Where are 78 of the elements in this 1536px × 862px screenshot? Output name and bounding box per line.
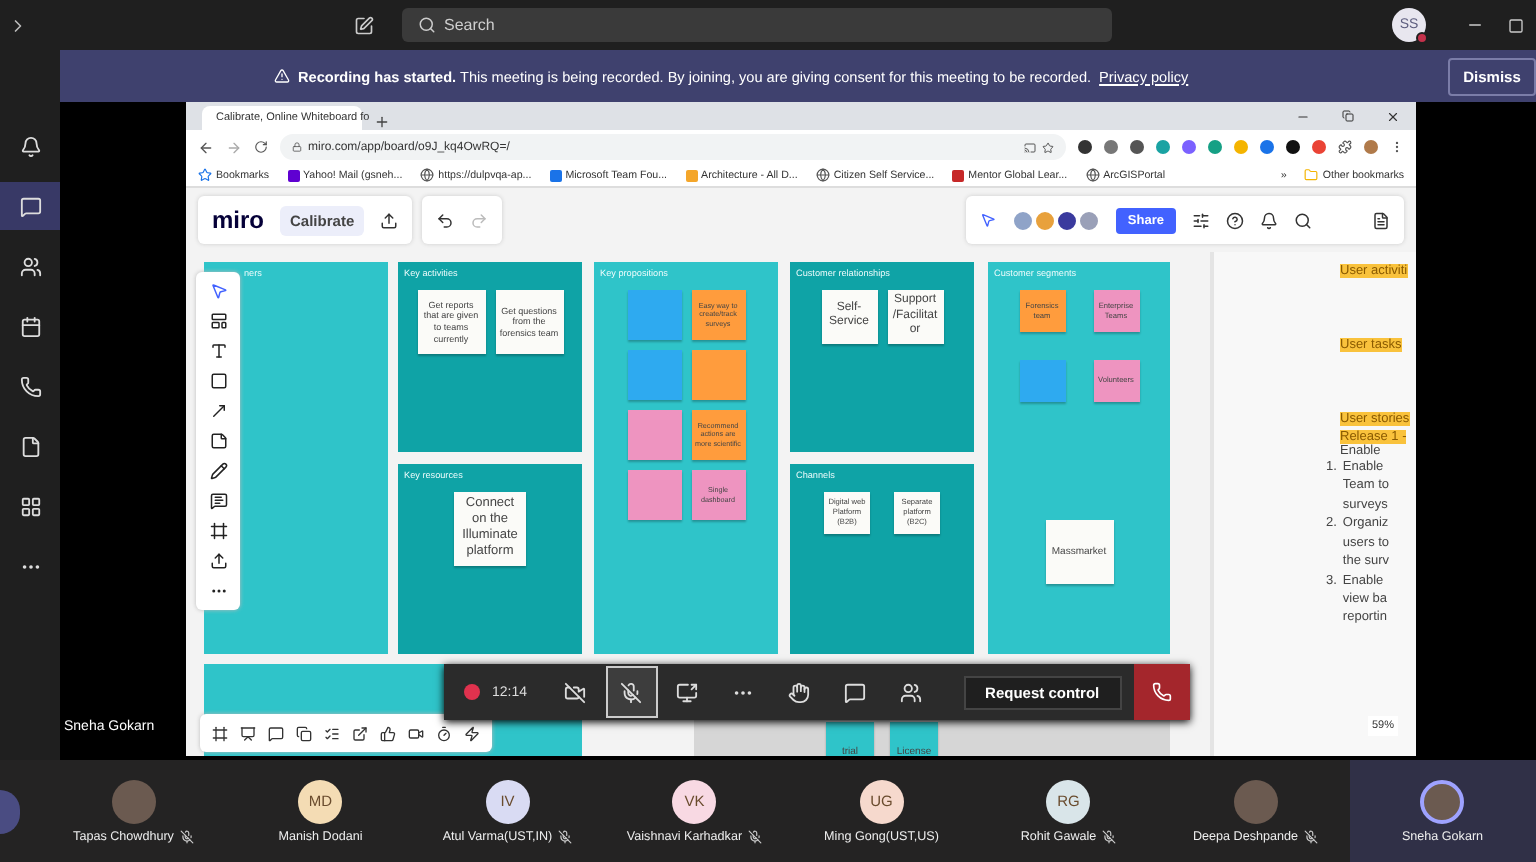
people-icon — [19, 255, 41, 277]
frame-icon[interactable] — [209, 522, 227, 540]
text-icon[interactable] — [209, 342, 227, 360]
cursor-icon[interactable] — [979, 212, 996, 228]
thumbs-up-icon[interactable] — [380, 725, 396, 741]
cursor-icon[interactable] — [209, 282, 227, 300]
search-icon[interactable] — [1294, 211, 1312, 229]
menu-icon[interactable] — [1390, 140, 1404, 154]
bell-icon — [19, 135, 41, 157]
photo-placeholder — [111, 779, 156, 823]
grid-icon — [19, 495, 41, 517]
puzzle-icon[interactable] — [1338, 140, 1352, 154]
status-dot — [1416, 32, 1428, 44]
notes-icon[interactable] — [1372, 211, 1390, 229]
list-icon[interactable] — [324, 725, 340, 741]
help-icon[interactable] — [1226, 211, 1244, 229]
restore-icon[interactable] — [1342, 109, 1354, 121]
app-icon — [685, 169, 698, 181]
hang-up-button[interactable] — [1134, 664, 1190, 720]
avatar-icon[interactable] — [1055, 209, 1078, 231]
star-icon — [198, 168, 212, 182]
shape-icon[interactable] — [209, 372, 227, 390]
comment-icon[interactable] — [209, 492, 227, 510]
globe-icon — [815, 168, 830, 182]
warning-icon — [274, 68, 290, 84]
reload-icon[interactable] — [254, 140, 268, 154]
phone-icon — [1152, 682, 1172, 702]
camera-off-icon — [564, 681, 587, 703]
globe-icon — [1085, 168, 1100, 182]
photo-placeholder — [1233, 779, 1278, 823]
bell-icon[interactable] — [1260, 211, 1278, 229]
profile-icon[interactable] — [1364, 140, 1378, 154]
lock-icon — [292, 142, 302, 152]
chat-tab[interactable] — [0, 182, 60, 230]
logo-icon — [952, 169, 965, 181]
export-icon[interactable] — [352, 725, 368, 741]
recording-dot — [464, 684, 480, 700]
chat-icon — [19, 195, 41, 217]
timer-icon[interactable] — [436, 725, 452, 741]
calendar-icon — [19, 315, 41, 337]
search-field[interactable]: Search — [402, 8, 1112, 42]
lightning-icon[interactable] — [464, 725, 480, 741]
participant-tile — [0, 789, 20, 833]
pen-icon[interactable] — [209, 462, 227, 480]
app-icon — [549, 169, 562, 181]
raise-hand-icon — [788, 681, 811, 703]
sticky-note-icon[interactable] — [209, 432, 227, 450]
phone-icon — [19, 375, 41, 397]
maximize-icon[interactable] — [1508, 17, 1524, 33]
back-icon[interactable] — [198, 139, 214, 155]
participants-icon — [900, 681, 923, 703]
presentation-icon[interactable] — [240, 725, 256, 741]
sliders-icon[interactable] — [1192, 211, 1210, 229]
mic-off-icon — [620, 681, 643, 703]
globe-icon — [420, 168, 435, 182]
mail-icon — [287, 169, 299, 181]
new-tab-icon[interactable] — [374, 114, 390, 130]
line-icon[interactable] — [209, 402, 227, 420]
folder-icon — [1304, 168, 1319, 182]
miro-logo: miro — [212, 206, 265, 234]
cards-icon[interactable] — [296, 725, 312, 741]
share-screen-icon — [676, 681, 699, 703]
template-icon[interactable] — [209, 312, 227, 330]
file-icon — [19, 435, 41, 457]
star-icon[interactable] — [1042, 141, 1054, 153]
mic-off-button[interactable] — [605, 666, 658, 718]
comment-icon[interactable] — [268, 725, 284, 741]
cast-icon[interactable] — [1024, 141, 1036, 153]
frame-icon[interactable] — [212, 725, 228, 741]
search-icon — [418, 16, 436, 34]
upload-icon[interactable] — [209, 552, 227, 570]
close-icon[interactable] — [1386, 109, 1400, 123]
upload-icon[interactable] — [380, 211, 399, 229]
compose-icon[interactable] — [354, 15, 374, 35]
video-icon[interactable] — [408, 725, 424, 741]
undo-icon[interactable] — [436, 211, 455, 229]
chat-icon — [844, 681, 867, 703]
photo-placeholder — [1420, 779, 1465, 823]
